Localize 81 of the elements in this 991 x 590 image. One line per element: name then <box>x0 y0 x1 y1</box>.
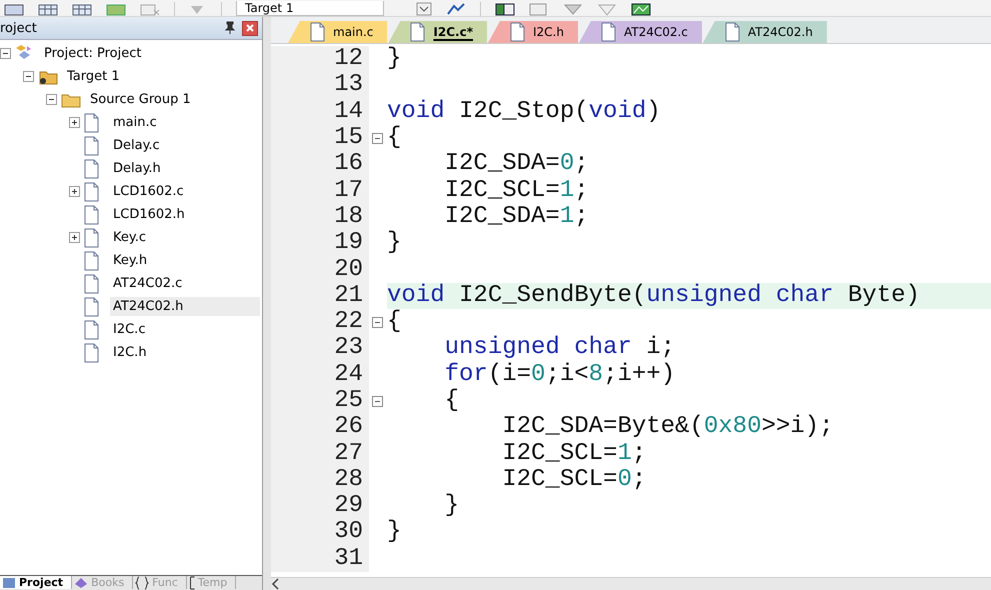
collapse-icon[interactable] <box>23 71 34 82</box>
code-line: I2C_SDA=Byte&(0x80>>i); <box>501 414 834 440</box>
close-icon <box>245 23 255 33</box>
line-number: 25 <box>334 388 363 414</box>
file-icon <box>410 22 426 42</box>
tree-item[interactable]: Target 1 <box>64 67 123 86</box>
panel-title: roject <box>0 20 38 36</box>
line-number: 29 <box>334 493 363 520</box>
line-number: 17 <box>334 178 363 204</box>
line-number: 31 <box>334 546 363 572</box>
grid-icon <box>38 4 58 16</box>
code-line: I2C_SCL=0; <box>501 466 648 494</box>
close-button[interactable] <box>242 20 258 36</box>
code-line: unsigned char i; <box>444 335 676 362</box>
file-icon <box>510 22 525 42</box>
bracket-icon <box>188 576 195 590</box>
expand-icon[interactable] <box>69 232 80 243</box>
file-tab[interactable]: AT24C02.c <box>578 21 702 43</box>
line-number: 18 <box>334 204 363 230</box>
tree-item[interactable]: main.c <box>110 113 160 132</box>
collapse-icon[interactable] <box>372 316 383 328</box>
line-number: 20 <box>334 256 363 283</box>
code-line: } <box>387 46 402 72</box>
code-line: { <box>387 124 402 152</box>
line-number: 12 <box>334 46 363 72</box>
line-number: 24 <box>334 362 363 388</box>
tree-item[interactable]: Source Group 1 <box>87 90 194 109</box>
tree-item[interactable]: Delay.h <box>110 159 164 178</box>
code-line: I2C_SDA=0; <box>444 151 590 178</box>
tree-item[interactable]: Delay.c <box>110 136 163 155</box>
pin-icon[interactable] <box>224 21 236 35</box>
tree-item[interactable]: AT24C02.h <box>110 297 260 316</box>
file-icon <box>724 22 740 42</box>
tree-item[interactable]: Key.h <box>110 251 150 270</box>
file-icon <box>600 22 616 42</box>
code-line: void I2C_Stop(void) <box>387 98 662 125</box>
tree-item[interactable]: Project: Project <box>41 44 144 63</box>
tree-item[interactable]: AT24C02.c <box>110 274 186 293</box>
collapse-icon[interactable] <box>372 132 383 144</box>
grid-icon <box>72 4 92 16</box>
code-line: } <box>444 493 460 520</box>
panel-tab[interactable]: Project <box>0 576 72 589</box>
tree-item[interactable]: Key.c <box>110 228 149 247</box>
line-number: 23 <box>334 335 363 362</box>
code-line: I2C_SCL=1; <box>501 440 648 467</box>
tree-item[interactable]: LCD1602.c <box>110 182 187 201</box>
expand-icon[interactable] <box>69 186 80 197</box>
file-tab[interactable]: AT24C02.h <box>702 21 827 43</box>
line-number: 19 <box>334 230 363 256</box>
file-icon <box>310 22 325 42</box>
code-line: for(i=0;i<8;i++) <box>444 362 676 388</box>
line-number: 22 <box>334 309 363 336</box>
code-line: I2C_SCL=1; <box>444 177 590 204</box>
line-number: 16 <box>334 151 363 178</box>
tree-item[interactable]: LCD1602.h <box>110 205 188 224</box>
line-number: 27 <box>334 440 363 467</box>
code-line: { <box>444 388 460 414</box>
line-number: 28 <box>334 466 363 493</box>
line-number: 14 <box>334 98 363 125</box>
code-line: } <box>387 519 402 546</box>
collapse-icon[interactable] <box>372 396 383 407</box>
collapse-icon[interactable] <box>46 94 57 105</box>
line-number: 13 <box>334 72 363 98</box>
file-tab[interactable]: I2C.h <box>488 21 578 43</box>
tree-item[interactable]: I2C.h <box>110 343 150 362</box>
line-number: 30 <box>334 519 363 546</box>
file-tab[interactable]: I2C.c* <box>388 21 487 43</box>
tree-item[interactable]: I2C.c <box>110 320 148 339</box>
line-number: 15 <box>334 125 363 152</box>
expand-icon[interactable] <box>69 117 80 128</box>
code-line: I2C_SDA=1; <box>444 204 590 230</box>
line-number: 26 <box>334 414 363 440</box>
collapse-icon[interactable] <box>0 48 11 59</box>
scroll-left-icon[interactable] <box>271 578 281 590</box>
braces-icon <box>135 576 150 590</box>
project-icon <box>2 576 16 590</box>
code-line: } <box>387 230 402 256</box>
target-select[interactable]: Target 1 <box>236 1 384 16</box>
file-tab[interactable]: main.c <box>288 21 388 43</box>
line-number: 21 <box>334 282 363 309</box>
code-line: { <box>387 308 402 336</box>
